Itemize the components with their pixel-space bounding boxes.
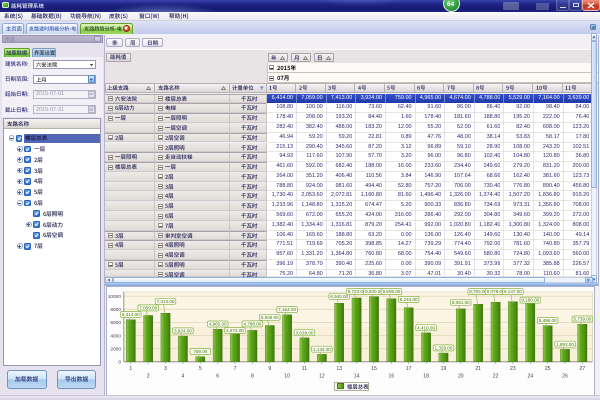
svg-text:16: 16 [388, 373, 394, 379]
svg-text:8: 8 [250, 373, 253, 379]
svg-text:1,134.00: 1,134.00 [312, 347, 330, 352]
svg-text:6: 6 [216, 373, 219, 379]
svg-text:4000: 4000 [110, 334, 121, 340]
svg-text:7,164.00: 7,164.00 [278, 307, 296, 312]
svg-text:5,496.00: 5,496.00 [538, 318, 556, 323]
svg-text:759.00: 759.00 [193, 349, 207, 354]
svg-text:6,414.00: 6,414.00 [121, 312, 139, 317]
svg-text:15: 15 [371, 366, 377, 372]
svg-text:8,061.00: 8,061.00 [451, 300, 469, 305]
svg-text:7,413.00: 7,413.00 [156, 299, 174, 304]
svg-text:26: 26 [562, 373, 568, 379]
svg-text:8,244.00: 8,244.00 [399, 297, 417, 302]
svg-text:25: 25 [544, 366, 550, 372]
svg-text:8,763.00: 8,763.00 [469, 289, 487, 294]
svg-text:5: 5 [198, 366, 201, 372]
svg-text:10000: 10000 [107, 294, 121, 300]
svg-text:4,674.00: 4,674.00 [226, 328, 244, 333]
svg-text:0: 0 [118, 360, 121, 366]
svg-text:7: 7 [233, 366, 236, 372]
svg-text:4,788.00: 4,788.00 [243, 322, 261, 327]
svg-text:9,190.00: 9,190.00 [521, 298, 539, 303]
svg-text:9,723.00: 9,723.00 [347, 289, 365, 294]
svg-text:23: 23 [510, 366, 516, 372]
svg-text:1,329.00: 1,329.00 [434, 346, 452, 351]
svg-text:8000: 8000 [110, 307, 121, 313]
svg-text:7,059.00: 7,059.00 [139, 306, 157, 311]
svg-text:21: 21 [475, 366, 481, 372]
svg-text:6000: 6000 [110, 320, 121, 326]
svg-text:19: 19 [440, 366, 446, 372]
svg-text:2000: 2000 [110, 347, 121, 353]
svg-text:22: 22 [492, 373, 498, 379]
svg-text:2: 2 [146, 373, 149, 379]
svg-text:1,893.00: 1,893.00 [556, 342, 574, 347]
svg-text:3,639.00: 3,639.00 [295, 330, 313, 335]
svg-text:14: 14 [353, 373, 359, 379]
svg-text:9,147.00: 9,147.00 [503, 289, 521, 294]
svg-text:3,924.00: 3,924.00 [173, 329, 191, 334]
svg-text:8,940.00: 8,940.00 [330, 294, 348, 299]
svg-text:4,965.00: 4,965.00 [208, 322, 226, 327]
svg-text:9,930.00: 9,930.00 [365, 289, 383, 294]
svg-text:18: 18 [423, 373, 429, 379]
svg-text:11: 11 [301, 366, 306, 372]
svg-text:4,410.00: 4,410.00 [417, 325, 435, 330]
svg-text:13: 13 [336, 366, 342, 372]
svg-text:12: 12 [319, 373, 325, 379]
svg-text:5,739.00: 5,739.00 [573, 317, 591, 322]
svg-text:27: 27 [579, 366, 585, 372]
svg-text:17: 17 [405, 366, 411, 372]
svg-text:24: 24 [527, 373, 533, 379]
svg-text:9: 9 [268, 366, 271, 372]
svg-text:10: 10 [284, 373, 290, 379]
svg-text:9,078.00: 9,078.00 [486, 289, 504, 294]
svg-text:3: 3 [164, 366, 167, 372]
svg-text:20: 20 [457, 373, 463, 379]
svg-text:9,609.00: 9,609.00 [382, 289, 400, 294]
svg-text:5,529.00: 5,529.00 [260, 315, 278, 320]
svg-text:4: 4 [181, 373, 184, 379]
svg-text:1: 1 [129, 366, 132, 372]
